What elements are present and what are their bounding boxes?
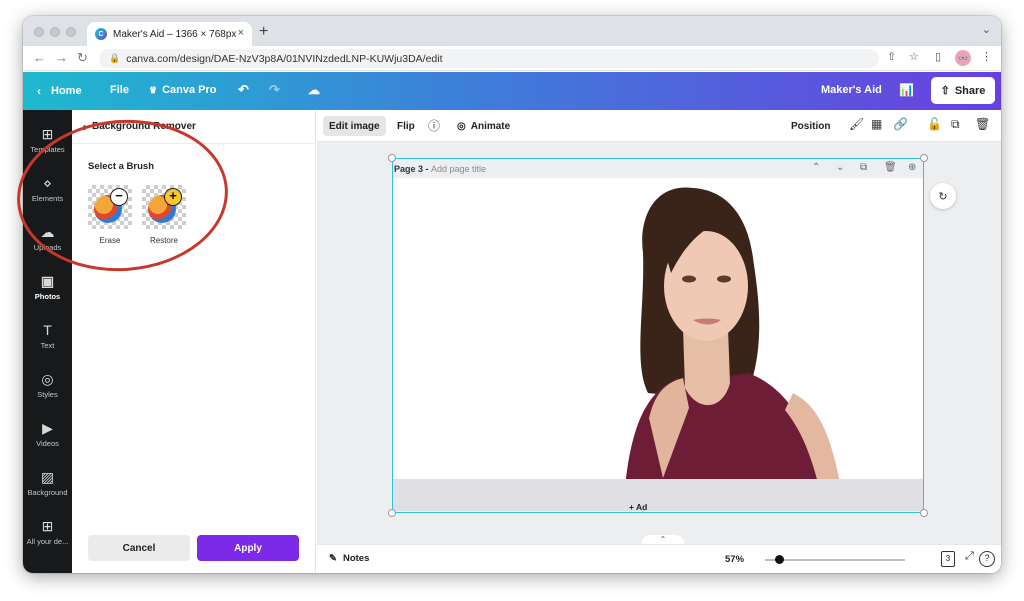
resize-handle-top-right[interactable] bbox=[920, 154, 928, 162]
transparency-icon[interactable]: ▦ bbox=[871, 117, 882, 131]
close-tab-icon[interactable]: × bbox=[238, 27, 244, 39]
rail-item-photos[interactable]: ▣ Photos bbox=[23, 267, 72, 313]
apply-button[interactable]: Apply bbox=[197, 535, 299, 561]
resize-handle-bottom-left[interactable] bbox=[388, 509, 396, 517]
rail-label-all-designs: All your de... bbox=[26, 537, 69, 546]
zoom-slider-knob[interactable] bbox=[775, 555, 784, 564]
animate-icon: ◎ bbox=[457, 120, 466, 132]
file-menu-button[interactable]: File bbox=[110, 84, 129, 96]
rail-item-all-designs[interactable]: ⊞ All your de... bbox=[23, 512, 72, 558]
url-text: canva.com/design/DAE-NzV3p8A/01NVINzdedL… bbox=[126, 52, 443, 65]
videos-icon: ▶ bbox=[42, 420, 53, 436]
browser-window: C Maker's Aid – 1366 × 768px × + ⌄ ← → ↻… bbox=[23, 16, 1001, 573]
rail-item-background[interactable]: ▨ Background bbox=[23, 463, 72, 509]
cloud-saved-icon[interactable]: ☁ bbox=[308, 83, 320, 97]
paint-roller-icon[interactable]: 🖌 bbox=[849, 117, 864, 131]
styles-icon: ◎ bbox=[41, 371, 54, 387]
photos-icon: ▣ bbox=[40, 273, 55, 289]
team-name-button[interactable]: Maker's Aid bbox=[821, 84, 882, 96]
home-button[interactable]: ‹ Home bbox=[37, 84, 82, 98]
crown-icon: ♛ bbox=[149, 84, 158, 95]
browser-tab[interactable]: C Maker's Aid – 1366 × 768px × bbox=[87, 22, 252, 46]
tab-search-chevron-icon[interactable]: ⌄ bbox=[982, 23, 991, 36]
selection-frame bbox=[392, 158, 924, 513]
notes-label: Notes bbox=[342, 553, 370, 564]
notes-icon: ✎ bbox=[329, 553, 337, 564]
resize-handle-top-left[interactable] bbox=[388, 154, 396, 162]
canva-pro-button[interactable]: ♛ Canva Pro bbox=[149, 84, 217, 96]
maximize-window-button[interactable] bbox=[66, 27, 76, 37]
text-icon: T bbox=[43, 322, 52, 338]
rail-label-text: Text bbox=[40, 341, 55, 350]
rail-item-text[interactable]: T Text bbox=[23, 316, 72, 362]
tab-title: Maker's Aid – 1366 × 768px bbox=[113, 28, 237, 40]
bottom-bar: ✎ Notes 57% 3 ⤢ ? bbox=[317, 544, 1001, 573]
team-name: Maker's Aid bbox=[821, 84, 882, 96]
chevron-left-icon: ‹ bbox=[37, 84, 41, 98]
canva-header: ‹ Home File ♛ Canva Pro ↶ ↷ ☁ Maker's Ai… bbox=[23, 72, 1001, 110]
resize-handle-bottom-right[interactable] bbox=[920, 509, 928, 517]
side-panel-icon[interactable]: ▯ bbox=[935, 50, 941, 63]
lock-icon[interactable]: 🔓 bbox=[927, 117, 942, 131]
duplicate-icon[interactable]: ⧉ bbox=[951, 117, 960, 132]
file-label: File bbox=[110, 84, 129, 96]
link-icon[interactable]: 🔗 bbox=[893, 117, 908, 131]
rail-label-background: Background bbox=[27, 488, 68, 497]
rail-label-photos: Photos bbox=[34, 292, 61, 301]
share-label: Share bbox=[954, 84, 986, 97]
animate-label: Animate bbox=[470, 120, 511, 132]
page-count-button[interactable]: 3 bbox=[941, 551, 955, 567]
refresh-suggestions-icon[interactable]: ↻ bbox=[930, 183, 956, 209]
canva-pro-label: Canva Pro bbox=[162, 84, 217, 96]
background-icon: ▨ bbox=[40, 469, 55, 485]
cancel-button[interactable]: Cancel bbox=[88, 535, 190, 561]
image-toolbar: Edit image Flip ⓘ ◎ Animate Position 🖌 ▦… bbox=[317, 110, 1001, 142]
reload-icon[interactable]: ↻ bbox=[77, 50, 88, 66]
share-page-icon[interactable]: ⇧ bbox=[887, 50, 896, 63]
upload-icon: ⇧ bbox=[940, 85, 950, 97]
rail-label-videos: Videos bbox=[36, 439, 59, 448]
apps-icon: ⊞ bbox=[41, 518, 54, 534]
insights-chart-icon[interactable]: 📊 bbox=[899, 83, 914, 97]
back-arrow-icon[interactable]: ← bbox=[33, 50, 46, 65]
animate-button[interactable]: ◎ Animate bbox=[457, 116, 510, 136]
zoom-slider[interactable] bbox=[765, 555, 905, 564]
rail-item-videos[interactable]: ▶ Videos bbox=[23, 414, 72, 460]
edit-image-button[interactable]: Edit image bbox=[323, 116, 386, 136]
help-button[interactable]: ? bbox=[979, 551, 995, 567]
forward-arrow-icon[interactable]: → bbox=[55, 50, 68, 65]
rail-item-styles[interactable]: ◎ Styles bbox=[23, 365, 72, 411]
rail-label-styles: Styles bbox=[37, 390, 58, 399]
lock-icon: 🔒 bbox=[109, 53, 121, 63]
undo-icon[interactable]: ↶ bbox=[238, 82, 249, 98]
fullscreen-icon[interactable]: ⤢ bbox=[965, 550, 974, 563]
minimize-window-button[interactable] bbox=[50, 27, 60, 37]
redo-icon[interactable]: ↷ bbox=[269, 82, 280, 98]
new-tab-button[interactable]: + bbox=[259, 23, 268, 41]
home-label: Home bbox=[51, 85, 82, 97]
notes-button[interactable]: ✎ Notes bbox=[329, 553, 369, 564]
position-button[interactable]: Position bbox=[791, 116, 830, 136]
add-page-button[interactable]: + Ad bbox=[629, 502, 647, 512]
url-field[interactable]: 🔒 canva.com/design/DAE-NzV3p8A/01NVINzde… bbox=[99, 49, 879, 68]
close-window-button[interactable] bbox=[34, 27, 44, 37]
bookmark-star-icon[interactable]: ☆ bbox=[909, 50, 919, 63]
profile-avatar[interactable]: 👓 bbox=[955, 50, 971, 66]
share-button[interactable]: ⇧ Share bbox=[931, 77, 995, 104]
trash-icon[interactable]: 🗑 bbox=[975, 117, 990, 131]
flip-button[interactable]: Flip bbox=[397, 116, 415, 136]
canva-favicon-icon: C bbox=[95, 28, 107, 40]
tab-strip: C Maker's Aid – 1366 × 768px × + ⌄ bbox=[23, 16, 1001, 46]
browser-menu-icon[interactable]: ⋮ bbox=[981, 50, 992, 63]
zoom-level[interactable]: 57% bbox=[725, 554, 744, 565]
info-icon[interactable]: ⓘ bbox=[428, 117, 440, 134]
address-bar-row: ← → ↻ 🔒 canva.com/design/DAE-NzV3p8A/01N… bbox=[23, 46, 1001, 71]
